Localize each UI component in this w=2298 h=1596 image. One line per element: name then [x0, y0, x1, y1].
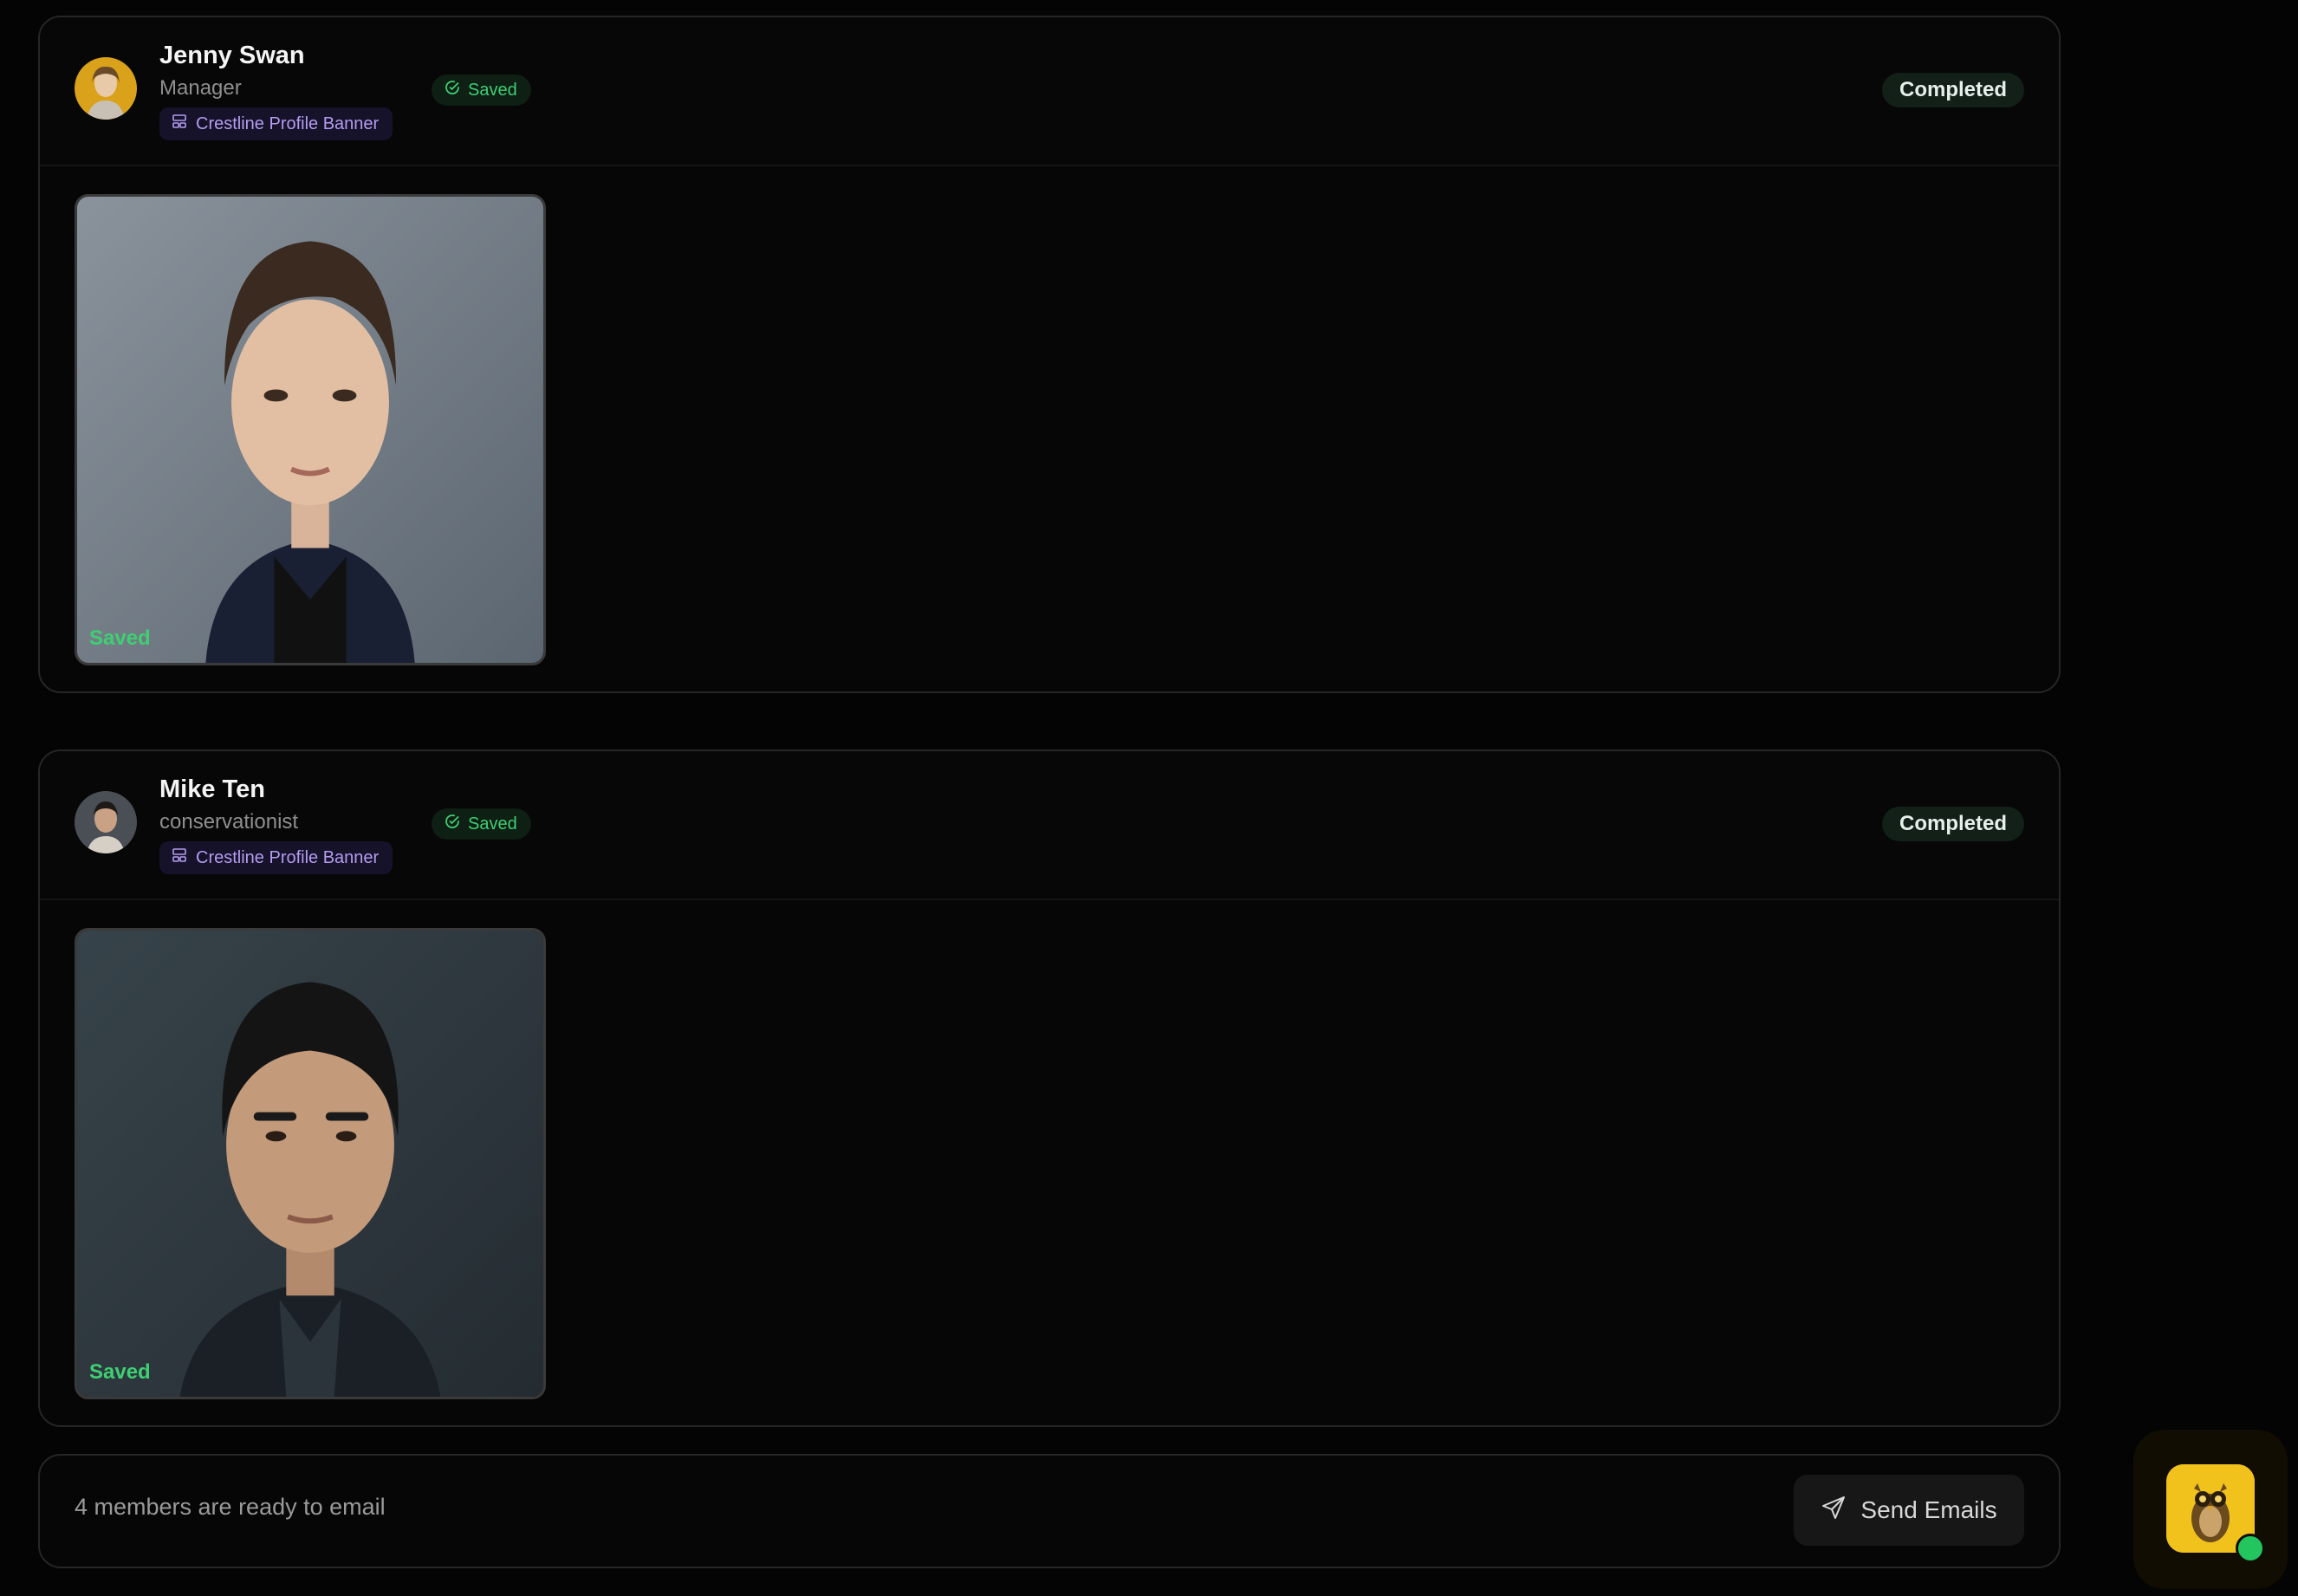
- generated-photo[interactable]: Saved: [75, 194, 546, 665]
- member-card: Mike Ten conservationist Crestline Profi…: [38, 749, 2061, 1427]
- check-circle-icon: [444, 79, 461, 101]
- send-emails-label: Send Emails: [1860, 1496, 1997, 1523]
- template-tag[interactable]: Crestline Profile Banner: [159, 107, 393, 140]
- member-card-header: Mike Ten conservationist Crestline Profi…: [40, 751, 2059, 900]
- saved-badge-label: Saved: [468, 80, 517, 100]
- avatar: [75, 57, 137, 120]
- avatar: [75, 791, 137, 853]
- saved-badge: Saved: [432, 808, 531, 840]
- template-tag[interactable]: Crestline Profile Banner: [159, 841, 393, 874]
- ready-count-text: 4 members are ready to email: [75, 1494, 386, 1520]
- status-badge: Completed: [1881, 73, 2024, 107]
- check-circle-icon: [444, 813, 461, 835]
- photo-saved-label: Saved: [89, 626, 151, 650]
- send-emails-button[interactable]: Send Emails: [1794, 1475, 2024, 1546]
- template-tag-label: Crestline Profile Banner: [196, 114, 380, 133]
- send-icon: [1821, 1495, 1847, 1527]
- member-card-header: Jenny Swan Manager Crestline Profile Ban…: [40, 17, 2059, 166]
- photo-saved-label: Saved: [89, 1360, 151, 1384]
- saved-badge-label: Saved: [468, 814, 517, 834]
- email-footer-bar: 4 members are ready to email Send Emails: [38, 1454, 2061, 1568]
- layout-icon: [172, 114, 187, 134]
- member-name: Jenny Swan: [159, 42, 305, 69]
- member-role: conservationist: [159, 810, 299, 834]
- generated-photo[interactable]: Saved: [75, 928, 546, 1399]
- status-badge: Completed: [1881, 807, 2024, 841]
- member-name: Mike Ten: [159, 775, 265, 803]
- saved-badge: Saved: [432, 75, 531, 106]
- template-tag-label: Crestline Profile Banner: [196, 847, 380, 867]
- layout-icon: [172, 847, 187, 868]
- online-status-dot: [2236, 1534, 2265, 1563]
- member-role: Manager: [159, 76, 242, 100]
- assistant-launcher: [2133, 1430, 2288, 1589]
- member-card: Jenny Swan Manager Crestline Profile Ban…: [38, 16, 2061, 693]
